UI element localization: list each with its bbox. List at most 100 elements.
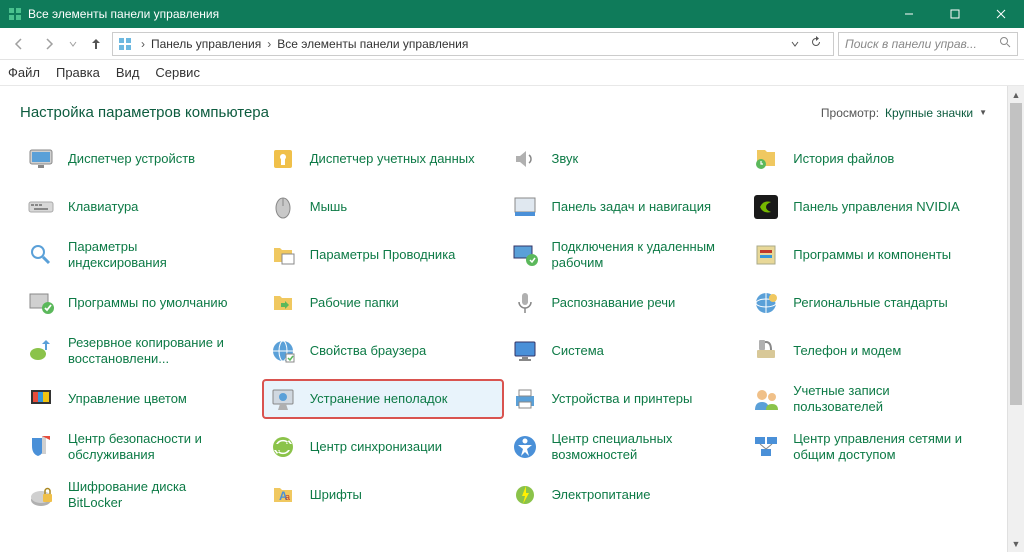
scroll-up-icon[interactable]: ▲ xyxy=(1008,86,1024,103)
mouse-icon xyxy=(266,190,300,224)
control-panel-item[interactable]: Шифрование диска BitLocker xyxy=(20,475,262,515)
user-accounts-icon xyxy=(749,382,783,416)
control-panel-item[interactable]: Устранение неполадок xyxy=(262,379,504,419)
chevron-down-icon: ▼ xyxy=(979,108,987,117)
forward-button[interactable] xyxy=(36,31,62,57)
control-panel-item[interactable]: Центр синхронизации xyxy=(262,427,504,467)
page-heading: Настройка параметров компьютера xyxy=(20,104,269,121)
content-area: Настройка параметров компьютера Просмотр… xyxy=(0,86,1007,552)
maximize-button[interactable] xyxy=(932,0,978,28)
address-dropdown[interactable] xyxy=(787,37,803,51)
breadcrumb-seg1[interactable]: Панель управления xyxy=(149,37,263,51)
scroll-track[interactable] xyxy=(1008,103,1024,535)
menu-view[interactable]: Вид xyxy=(116,65,140,80)
item-label: Программы и компоненты xyxy=(793,247,951,263)
control-panel-item[interactable]: Aa Шрифты xyxy=(262,475,504,515)
file-history-icon xyxy=(749,142,783,176)
window-title: Все элементы панели управления xyxy=(28,7,886,21)
search-input[interactable]: Поиск в панели управ... xyxy=(838,32,1018,56)
menubar: Файл Правка Вид Сервис xyxy=(0,60,1024,86)
control-panel-item[interactable]: Центр безопасности и обслуживания xyxy=(20,427,262,467)
item-label: Шифрование диска BitLocker xyxy=(68,479,238,510)
item-label: Электропитание xyxy=(552,487,651,503)
fonts-icon: Aa xyxy=(266,478,300,512)
color-management-icon xyxy=(24,382,58,416)
control-panel-item[interactable]: Программы и компоненты xyxy=(745,235,987,275)
chevron-right-icon[interactable]: › xyxy=(137,37,149,51)
region-icon xyxy=(749,286,783,320)
control-panel-item[interactable]: Система xyxy=(504,331,746,371)
close-button[interactable] xyxy=(978,0,1024,28)
view-selector[interactable]: Просмотр: Крупные значки ▼ xyxy=(821,106,987,120)
internet-options-icon xyxy=(266,334,300,368)
refresh-button[interactable] xyxy=(803,35,829,52)
control-panel-item[interactable]: Распознавание речи xyxy=(504,283,746,323)
devices-printers-icon xyxy=(508,382,542,416)
control-panel-item[interactable]: Панель задач и навигация xyxy=(504,187,746,227)
view-value: Крупные значки xyxy=(885,106,973,120)
control-panel-item[interactable]: Клавиатура xyxy=(20,187,262,227)
back-button[interactable] xyxy=(6,31,32,57)
item-label: Центр безопасности и обслуживания xyxy=(68,431,238,462)
item-label: Диспетчер учетных данных xyxy=(310,151,475,167)
control-panel-item[interactable]: Мышь xyxy=(262,187,504,227)
remoteapp-icon xyxy=(508,238,542,272)
window-buttons xyxy=(886,0,1024,28)
control-panel-item[interactable]: Устройства и принтеры xyxy=(504,379,746,419)
scroll-thumb[interactable] xyxy=(1010,103,1022,405)
bitlocker-icon xyxy=(24,478,58,512)
control-panel-item[interactable]: Электропитание xyxy=(504,475,746,515)
control-panel-item[interactable]: Рабочие папки xyxy=(262,283,504,323)
troubleshooting-icon xyxy=(266,382,300,416)
backup-icon xyxy=(24,334,58,368)
item-label: Рабочие папки xyxy=(310,295,399,311)
svg-text:a: a xyxy=(285,492,290,502)
vertical-scrollbar[interactable]: ▲ ▼ xyxy=(1007,86,1024,552)
default-programs-icon xyxy=(24,286,58,320)
item-label: Региональные стандарты xyxy=(793,295,947,311)
item-label: Мышь xyxy=(310,199,347,215)
control-panel-item[interactable]: Программы по умолчанию xyxy=(20,283,262,323)
recent-dropdown[interactable] xyxy=(66,31,80,57)
item-label: Параметры Проводника xyxy=(310,247,456,263)
address-bar[interactable]: › Панель управления › Все элементы панел… xyxy=(112,32,834,56)
minimize-button[interactable] xyxy=(886,0,932,28)
control-panel-item[interactable]: Панель управления NVIDIA xyxy=(745,187,987,227)
control-panel-item[interactable]: Учетные записи пользователей xyxy=(745,379,987,419)
phone-modem-icon xyxy=(749,334,783,368)
control-panel-item[interactable]: Подключения к удаленным рабочим xyxy=(504,235,746,275)
control-panel-item[interactable]: Региональные стандарты xyxy=(745,283,987,323)
control-panel-addr-icon xyxy=(117,36,133,52)
item-label: Центр синхронизации xyxy=(310,439,442,455)
item-label: Устройства и принтеры xyxy=(552,391,693,407)
menu-file[interactable]: Файл xyxy=(8,65,40,80)
control-panel-item[interactable]: Параметры индексирования xyxy=(20,235,262,275)
item-label: Параметры индексирования xyxy=(68,239,238,270)
item-label: Учетные записи пользователей xyxy=(793,383,963,414)
control-panel-icon xyxy=(8,7,22,21)
up-button[interactable] xyxy=(84,31,108,57)
navbar: › Панель управления › Все элементы панел… xyxy=(0,28,1024,60)
control-panel-item[interactable]: История файлов xyxy=(745,139,987,179)
control-panel-item[interactable]: Параметры Проводника xyxy=(262,235,504,275)
control-panel-item[interactable]: Центр управления сетями и общим доступом xyxy=(745,427,987,467)
control-panel-item[interactable]: Резервное копирование и восстановлени... xyxy=(20,331,262,371)
keyboard-icon xyxy=(24,190,58,224)
control-panel-item[interactable]: Диспетчер устройств xyxy=(20,139,262,179)
control-panel-item[interactable]: Свойства браузера xyxy=(262,331,504,371)
menu-tools[interactable]: Сервис xyxy=(155,65,200,80)
items-grid: Диспетчер устройств Диспетчер учетных да… xyxy=(20,139,987,515)
chevron-right-icon[interactable]: › xyxy=(263,37,275,51)
credential-manager-icon xyxy=(266,142,300,176)
nvidia-icon xyxy=(749,190,783,224)
control-panel-item[interactable]: Диспетчер учетных данных xyxy=(262,139,504,179)
control-panel-item[interactable]: Управление цветом xyxy=(20,379,262,419)
menu-edit[interactable]: Правка xyxy=(56,65,100,80)
item-label: Диспетчер устройств xyxy=(68,151,195,167)
scroll-down-icon[interactable]: ▼ xyxy=(1008,535,1024,552)
control-panel-item[interactable]: Звук xyxy=(504,139,746,179)
control-panel-item[interactable]: Центр специальных возможностей xyxy=(504,427,746,467)
item-label: Резервное копирование и восстановлени... xyxy=(68,335,238,366)
breadcrumb-seg2[interactable]: Все элементы панели управления xyxy=(275,37,470,51)
control-panel-item[interactable]: Телефон и модем xyxy=(745,331,987,371)
